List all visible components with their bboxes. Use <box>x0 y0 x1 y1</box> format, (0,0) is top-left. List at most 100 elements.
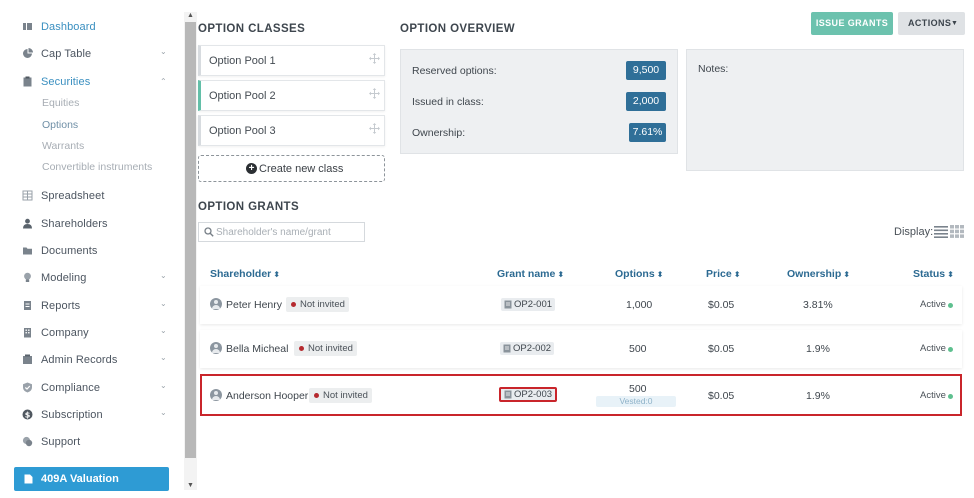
chevron-down-icon: ⌄ <box>160 47 167 56</box>
admin-records-icon <box>22 354 33 365</box>
vested-badge: Vested:0 <box>596 396 676 407</box>
search-input[interactable] <box>216 225 361 240</box>
grant-name-tag-highlighted[interactable]: OP2-003 <box>499 387 558 402</box>
valuation-button[interactable]: 409A Valuation <box>14 467 169 491</box>
drag-handle-icon[interactable] <box>369 88 380 99</box>
sidebar-item-label: Spreadsheet <box>41 190 105 202</box>
chevron-down-icon: ⌄ <box>160 353 167 362</box>
avatar <box>210 298 222 310</box>
sidebar-item-spreadsheet[interactable]: Spreadsheet <box>0 185 178 207</box>
certificate-icon <box>503 344 511 353</box>
sidebar-item-securities[interactable]: Securities ⌃ <box>0 71 178 93</box>
search-icon <box>204 227 214 237</box>
sidebar-item-support[interactable]: Support <box>0 431 178 453</box>
create-new-class-label: Create new class <box>259 163 344 175</box>
column-header-grant-name[interactable]: Grant name ⬍ <box>497 268 564 280</box>
table-row[interactable]: Bella Micheal Not invited OP2-002 500 $0… <box>200 330 962 368</box>
user-icon <box>22 218 33 229</box>
ownership-value: 1.9% <box>806 343 830 355</box>
grant-search-field[interactable] <box>198 222 365 242</box>
drag-handle-icon[interactable] <box>369 53 380 64</box>
options-count: 500 <box>629 343 647 355</box>
sort-icon: ⬍ <box>947 270 954 279</box>
list-view-icon[interactable] <box>934 225 948 238</box>
scroll-up-arrow-icon[interactable]: ▲ <box>187 12 194 19</box>
grant-name-tag[interactable]: OP2-001 <box>501 298 556 311</box>
shareholder-name[interactable]: Peter Henry <box>226 299 282 311</box>
status-dot-green <box>948 347 953 352</box>
svg-text:$: $ <box>25 410 31 419</box>
column-header-ownership[interactable]: Ownership ⬍ <box>787 268 850 280</box>
sort-icon: ⬍ <box>656 270 664 279</box>
sidebar-subitem-equities[interactable]: Equities <box>42 97 79 109</box>
sidebar-item-cap-table[interactable]: Cap Table ⌄ <box>0 43 178 65</box>
sidebar-item-admin-records[interactable]: Admin Records ⌄ <box>0 349 178 371</box>
dashboard-icon <box>22 21 33 32</box>
scrollbar-thumb[interactable] <box>185 22 196 458</box>
not-invited-badge[interactable]: Not invited <box>286 297 349 312</box>
sidebar-item-documents[interactable]: Documents <box>0 240 178 262</box>
option-overview-title: OPTION OVERVIEW <box>400 23 516 35</box>
sidebar-scrollbar[interactable]: ▲ ▼ <box>184 12 197 490</box>
document-icon <box>24 474 33 484</box>
option-class-name: Option Pool 2 <box>209 90 276 102</box>
grant-name-tag[interactable]: OP2-002 <box>500 342 555 355</box>
not-invited-badge[interactable]: Not invited <box>294 341 357 356</box>
actions-dropdown-button[interactable]: ACTIONS ▼ <box>898 12 965 35</box>
lightbulb-icon <box>22 272 33 283</box>
scroll-down-arrow-icon[interactable]: ▼ <box>187 482 194 490</box>
chevron-down-icon: ⌄ <box>160 408 167 417</box>
issue-grants-button[interactable]: ISSUE GRANTS <box>811 12 893 35</box>
sidebar-item-reports[interactable]: Reports ⌄ <box>0 295 178 317</box>
status-dot-red <box>291 302 296 307</box>
sort-icon: ⬍ <box>843 270 850 279</box>
table-row-highlighted[interactable]: Anderson Hooper Not invited OP2-003 500 … <box>200 374 962 416</box>
column-header-status[interactable]: Status ⬍ <box>913 268 954 280</box>
notes-panel[interactable]: Notes: <box>686 49 964 171</box>
status-label: Active <box>920 343 946 354</box>
sidebar-subitem-warrants[interactable]: Warrants <box>42 140 84 152</box>
option-class-card[interactable]: Option Pool 1 <box>198 45 385 76</box>
grid-view-icon[interactable] <box>950 225 964 238</box>
sidebar-item-compliance[interactable]: Compliance ⌄ <box>0 377 178 399</box>
avatar <box>210 389 222 401</box>
support-icon <box>22 436 33 447</box>
drag-handle-icon[interactable] <box>369 123 380 134</box>
table-row[interactable]: Peter Henry Not invited OP2-001 1,000 $0… <box>200 286 962 324</box>
create-new-class-button[interactable]: + Create new class <box>198 155 385 182</box>
column-header-label: Price <box>706 268 732 280</box>
ownership-label: Ownership: <box>412 127 466 139</box>
spreadsheet-icon <box>22 190 33 201</box>
sidebar-item-dashboard[interactable]: Dashboard <box>0 16 178 38</box>
sort-icon: ⬍ <box>273 270 280 279</box>
chevron-down-icon: ⌄ <box>160 271 167 280</box>
sidebar-item-modeling[interactable]: Modeling ⌄ <box>0 267 178 289</box>
shareholder-name[interactable]: Anderson Hooper <box>226 390 308 402</box>
shield-check-icon <box>22 382 33 393</box>
notes-label: Notes: <box>698 63 729 75</box>
not-invited-badge[interactable]: Not invited <box>309 388 372 403</box>
sidebar-item-label: Cap Table <box>41 48 92 60</box>
column-header-shareholder[interactable]: Shareholder ⬍ <box>210 268 280 280</box>
sidebar-item-label: Company <box>41 327 89 339</box>
shareholder-name[interactable]: Bella Micheal <box>226 343 288 355</box>
sidebar-item-shareholders[interactable]: Shareholders <box>0 213 178 235</box>
status-dot-red <box>314 393 319 398</box>
ownership-value: 7.61% <box>629 123 666 142</box>
option-class-card-selected[interactable]: Option Pool 2 <box>198 80 385 111</box>
caret-down-icon: ▼ <box>951 20 959 27</box>
sidebar-item-subscription[interactable]: $ Subscription ⌄ <box>0 404 178 426</box>
sidebar-item-label: Compliance <box>41 382 101 394</box>
sidebar-subitem-options[interactable]: Options <box>42 119 78 131</box>
sidebar-item-label: Subscription <box>41 409 103 421</box>
option-class-card[interactable]: Option Pool 3 <box>198 115 385 146</box>
sidebar-subitem-convertible-instruments[interactable]: Convertible instruments <box>42 161 152 173</box>
grant-name-label: OP2-003 <box>514 389 553 400</box>
column-header-options[interactable]: Options ⬍ <box>615 268 663 280</box>
column-header-price[interactable]: Price ⬍ <box>706 268 740 280</box>
sidebar: Dashboard Cap Table ⌄ Securities ⌃ Equit… <box>0 0 184 498</box>
invite-status-label: Not invited <box>300 299 345 310</box>
sidebar-item-company[interactable]: Company ⌄ <box>0 322 178 344</box>
folder-icon <box>22 245 33 256</box>
certificate-icon <box>504 300 512 309</box>
